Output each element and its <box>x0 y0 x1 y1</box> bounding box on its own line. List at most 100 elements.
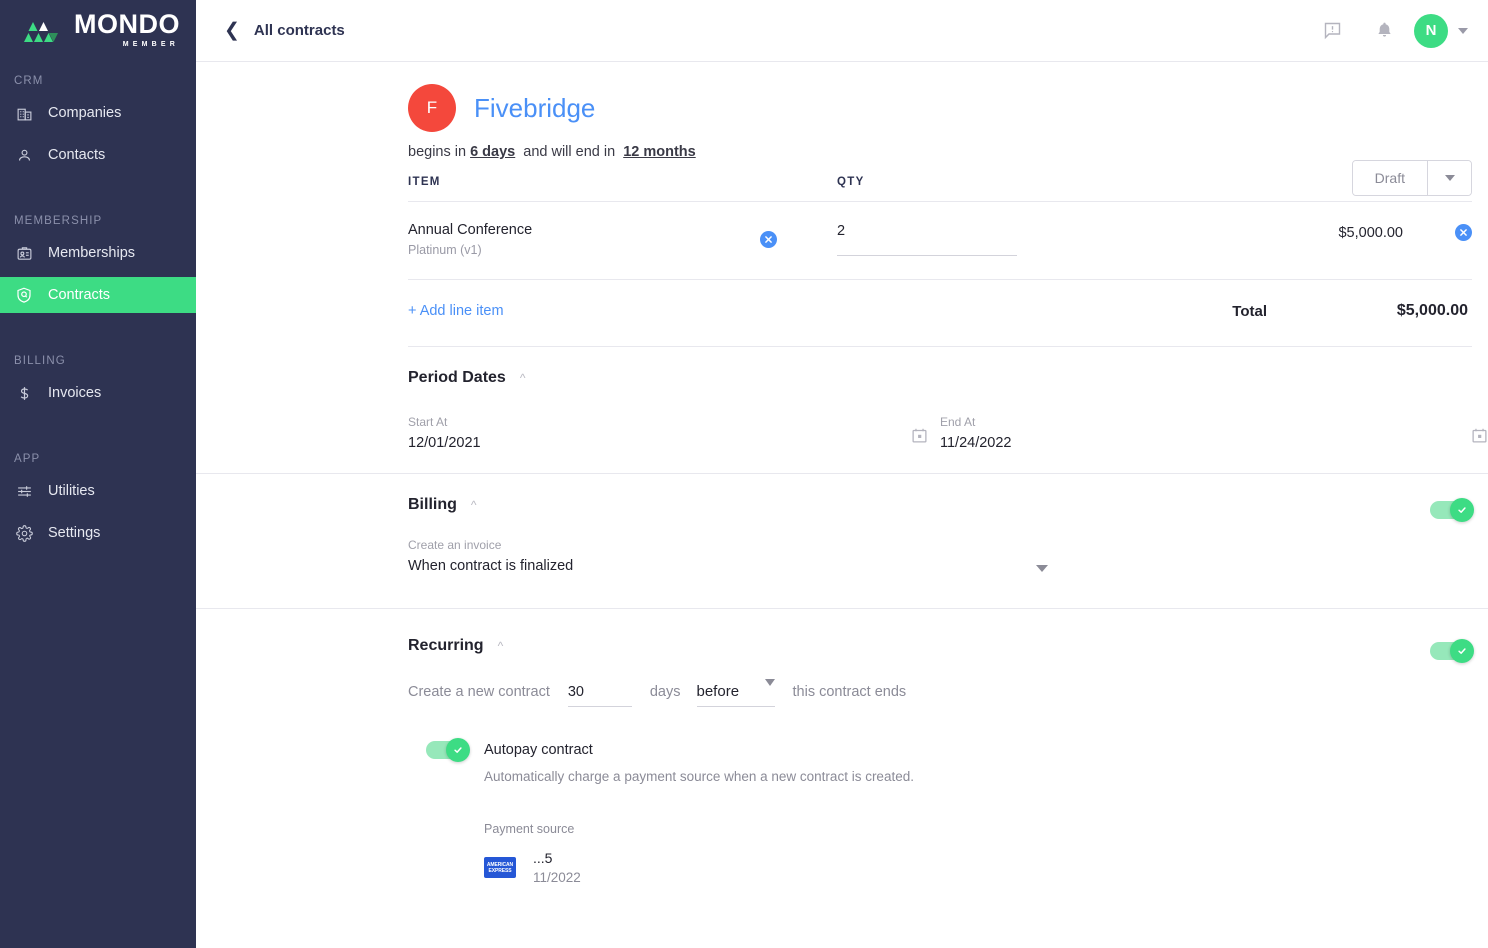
recurring-rule-row: Create a new contract days before this c… <box>408 655 1472 707</box>
gear-icon <box>14 523 34 543</box>
toggle-knob <box>446 738 470 762</box>
sidebar-item-memberships[interactable]: Memberships <box>0 235 196 271</box>
section-period-dates: Period Dates ^ Start At 12/01/2021 <box>196 347 1488 474</box>
contract-header: F Fivebridge begins in 6 days and will e… <box>196 62 1488 176</box>
building-icon <box>14 103 34 123</box>
section-title: Period Dates <box>408 369 506 387</box>
end-at-value: 11/24/2022 <box>940 435 1440 451</box>
sidebar-item-settings[interactable]: Settings <box>0 515 196 551</box>
sidebar-item-companies[interactable]: Companies <box>0 95 196 131</box>
autopay-label: Autopay contract <box>484 742 593 758</box>
toggle-knob <box>1450 639 1474 663</box>
feedback-icon[interactable] <box>1320 19 1344 43</box>
start-at-label: Start At <box>408 415 908 429</box>
mondo-triangles-icon <box>24 22 68 48</box>
back-label: All contracts <box>254 22 345 39</box>
recurring-days-label: days <box>650 684 681 700</box>
nav-group-app-label: APP <box>0 453 196 465</box>
sidebar-item-label: Invoices <box>48 385 101 401</box>
sidebar-item-label: Contacts <box>48 147 105 163</box>
main-area: ❮ All contracts N <box>196 0 1488 948</box>
calendar-icon[interactable] <box>911 427 928 449</box>
recurring-prefix: Create a new contract <box>408 684 550 700</box>
sidebar-item-invoices[interactable]: Invoices <box>0 375 196 411</box>
create-invoice-field[interactable]: Create an invoice When contract is final… <box>408 514 1048 608</box>
recurring-suffix: this contract ends <box>793 684 907 700</box>
chevron-up-icon[interactable]: ^ <box>471 499 477 511</box>
recurring-toggle[interactable] <box>1430 642 1472 660</box>
card-last4: ...5 <box>533 850 581 866</box>
end-at-label: End At <box>940 415 1440 429</box>
line-item-name[interactable]: Annual Conference <box>408 222 760 238</box>
clear-item-icon[interactable] <box>760 231 777 248</box>
qty-input[interactable] <box>837 223 1017 256</box>
nav-group-membership-label: MEMBERSHIP <box>0 215 196 227</box>
chevron-up-icon[interactable]: ^ <box>498 640 504 652</box>
sidebar-item-label: Companies <box>48 105 121 121</box>
column-header-item: ITEM <box>408 176 837 188</box>
payment-source-block: Payment source AMERICAN EXPRESS ...5 11/… <box>484 822 1472 885</box>
autopay-description: Automatically charge a payment source wh… <box>484 769 1472 784</box>
nav-group-billing-label: BILLING <box>0 355 196 367</box>
sidebar-item-label: Contracts <box>48 287 110 303</box>
chevron-down-icon[interactable] <box>1458 28 1468 34</box>
avatar[interactable]: N <box>1414 14 1448 48</box>
check-icon <box>453 745 463 755</box>
table-row: Annual Conference Platinum (v1) <box>408 202 1472 280</box>
status-dropdown-toggle[interactable] <box>1427 161 1471 195</box>
chevron-up-icon[interactable]: ^ <box>520 372 526 384</box>
badge-icon <box>14 243 34 263</box>
back-to-all-contracts[interactable]: ❮ All contracts <box>224 21 345 40</box>
remove-line-item-icon[interactable] <box>1455 224 1472 241</box>
payment-source-label: Payment source <box>484 822 1472 836</box>
person-icon <box>14 145 34 165</box>
chevron-left-icon: ❮ <box>224 21 240 40</box>
toggle-knob <box>1450 498 1474 522</box>
section-recurring: Recurring ^ Create a new contract days <box>196 609 1488 885</box>
content-scroll: F Fivebridge begins in 6 days and will e… <box>196 62 1488 948</box>
topbar: ❮ All contracts N <box>196 0 1488 62</box>
chevron-down-icon <box>1445 175 1455 181</box>
status-button[interactable]: Draft <box>1353 161 1427 195</box>
autopay-toggle[interactable] <box>426 741 468 759</box>
nav-group-crm-label: CRM <box>0 75 196 87</box>
card-expiry: 11/2022 <box>533 870 581 885</box>
summary-prefix: begins in <box>408 144 466 160</box>
grand-total-label: Total <box>967 303 1267 320</box>
sidebar-item-contacts[interactable]: Contacts <box>0 137 196 173</box>
start-at-value: 12/01/2021 <box>408 435 908 451</box>
company-name-link[interactable]: Fivebridge <box>474 93 595 124</box>
grand-total-value: $5,000.00 <box>1267 302 1472 320</box>
sidebar-item-label: Utilities <box>48 483 95 499</box>
sidebar-item-contracts[interactable]: Contracts <box>0 277 196 313</box>
sidebar-item-utilities[interactable]: Utilities <box>0 473 196 509</box>
sidebar-item-label: Settings <box>48 525 100 541</box>
start-at-field[interactable]: Start At 12/01/2021 <box>408 415 940 451</box>
card-brand-line2: EXPRESS <box>489 868 512 874</box>
table-header-row: ITEM QTY TOTAL <box>408 176 1472 202</box>
begins-in-value[interactable]: 6 days <box>470 144 515 160</box>
chevron-down-icon[interactable] <box>1036 565 1048 572</box>
app-logo[interactable]: MONDO MEMBER <box>0 0 196 58</box>
add-line-item-button[interactable]: + Add line item <box>408 303 967 319</box>
autopay-block: Autopay contract Automatically charge a … <box>408 707 1472 885</box>
recurring-when-select[interactable]: before <box>697 683 775 707</box>
end-at-field[interactable]: End At 11/24/2022 <box>940 415 1472 451</box>
line-items-table: ITEM QTY TOTAL Annual Conference Platinu… <box>196 176 1488 347</box>
bell-icon[interactable] <box>1372 19 1396 43</box>
sidebar-item-label: Memberships <box>48 245 135 261</box>
ends-in-value[interactable]: 12 months <box>619 144 696 160</box>
summary-middle: and will end in <box>519 144 615 160</box>
recurring-when-value: before <box>697 683 740 700</box>
status-button-group: Draft <box>1352 160 1472 196</box>
section-billing: Billing ^ Create an invoice When contrac… <box>196 474 1488 609</box>
line-item-variant: Platinum (v1) <box>408 243 760 257</box>
create-invoice-value: When contract is finalized <box>408 558 1048 574</box>
billing-toggle[interactable] <box>1430 501 1472 519</box>
calendar-icon[interactable] <box>1471 427 1488 449</box>
recurring-days-input[interactable] <box>568 684 632 707</box>
check-icon <box>1457 505 1467 515</box>
contract-period-summary: begins in 6 days and will end in 12 mont… <box>408 144 1468 160</box>
app-root: MONDO MEMBER CRM Companies <box>0 0 1488 948</box>
sidebar: MONDO MEMBER CRM Companies <box>0 0 196 948</box>
